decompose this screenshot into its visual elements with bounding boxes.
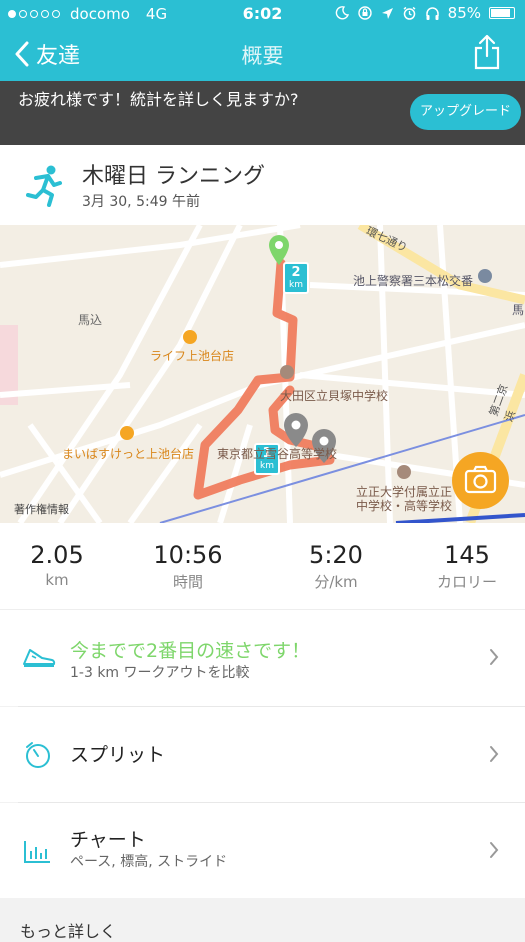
map-label-life: ライフ上池台店 [150, 349, 235, 363]
school-icon [280, 365, 294, 379]
compare-title: 今までで2番目の速さです！ [70, 640, 311, 662]
stat-calories: 145 カロリー [402, 541, 525, 592]
workout-stats: 2.05 km 10:56 時間 5:20 分/km 145 カロリー [0, 523, 525, 610]
map-label-school3: 立正大学付属立正中学校・高等学校 [356, 485, 453, 513]
charts-subtitle: ペース, 標高, ストライド [70, 854, 228, 870]
stat-value: 2.05 [30, 541, 84, 569]
stopwatch-icon [22, 739, 54, 775]
page-title: 概要 [241, 44, 284, 68]
map-label-police: 池上警察署三本松交番 [353, 274, 474, 288]
battery-percent: 85% [447, 4, 481, 22]
location-icon [381, 7, 393, 19]
chevron-right-icon [489, 841, 499, 863]
map-copyright[interactable]: 著作権情報 [14, 501, 69, 517]
map-label-school2: 東京都立雪谷高等学校 [217, 447, 338, 461]
splits-title: スプリット [70, 744, 166, 766]
charts-row[interactable]: チャート ペース, 標高, ストライド [0, 803, 525, 898]
upgrade-button[interactable]: アップグレード [409, 94, 521, 130]
stat-value: 5:20 [309, 541, 363, 569]
map-label-magome: 馬込 [78, 313, 103, 327]
nav-bar: 友達 概要 [0, 28, 525, 81]
workout-datetime: 3月 30, 5:49 午前 [82, 194, 200, 210]
compare-subtitle: 1-3 km ワークアウトを比較 [70, 665, 250, 681]
workout-header: 木曜日 ランニング 3月 30, 5:49 午前 [0, 145, 525, 225]
moon-icon [335, 6, 349, 20]
police-icon [478, 269, 492, 283]
stat-label: カロリー [436, 573, 497, 591]
headphones-icon [425, 6, 439, 20]
map-label-edge: 馬 [512, 303, 525, 317]
camera-icon [464, 465, 497, 494]
shop-icon [183, 330, 197, 344]
share-button[interactable] [473, 34, 501, 74]
shoe-icon [22, 644, 56, 674]
running-icon [22, 163, 66, 211]
shop-icon [120, 426, 134, 440]
upgrade-banner: お疲れ様です！統計を詳しく見ますか? アップグレード [0, 81, 525, 145]
stat-label: 分/km [314, 573, 358, 591]
km-marker-unit: km [260, 461, 274, 471]
school-icon [397, 465, 411, 479]
chevron-right-icon [489, 745, 499, 767]
stat-distance: 2.05 km [0, 541, 122, 589]
stat-value: 10:56 [153, 541, 223, 569]
alarm-icon [403, 6, 416, 20]
stat-label: km [45, 571, 69, 589]
map-label-school1: 大田区立貝塚中学校 [280, 389, 389, 403]
more-heading: もっと詳しく [20, 922, 117, 941]
stat-label: 時間 [172, 573, 203, 591]
compare-row[interactable]: 今までで2番目の速さです！ 1-3 km ワークアウトを比較 [0, 610, 525, 706]
route-map[interactable]: 2 km 1 km 環七通り 池上警察署三本松交番 馬込 ライフ上池台店 大田区… [0, 225, 525, 523]
workout-title: 木曜日 ランニング [82, 164, 265, 189]
stat-duration: 10:56 時間 [123, 541, 253, 592]
banner-message: お疲れ様です！統計を詳しく見ますか? [18, 90, 299, 109]
battery-icon [489, 7, 515, 19]
km-marker-unit: km [289, 280, 303, 290]
more-section: もっと詳しく [0, 898, 525, 941]
rotation-lock-icon [357, 6, 372, 20]
map-canvas [0, 225, 525, 523]
charts-title: チャート [70, 829, 146, 851]
km-marker-number: 2 [291, 265, 301, 280]
camera-button[interactable] [452, 452, 509, 509]
stat-pace: 5:20 分/km [271, 541, 401, 592]
km-marker-2: 2 km [283, 262, 309, 294]
share-icon [474, 34, 500, 70]
stat-value: 145 [444, 541, 490, 569]
splits-row[interactable]: スプリット [0, 707, 525, 802]
status-right: 85% [335, 4, 515, 22]
bar-chart-icon [22, 839, 52, 869]
chevron-right-icon [489, 648, 499, 670]
status-bar: docomo 4G 6:02 85% [0, 0, 525, 28]
map-label-mybasket: まいばすけっと上池台店 [62, 447, 195, 461]
